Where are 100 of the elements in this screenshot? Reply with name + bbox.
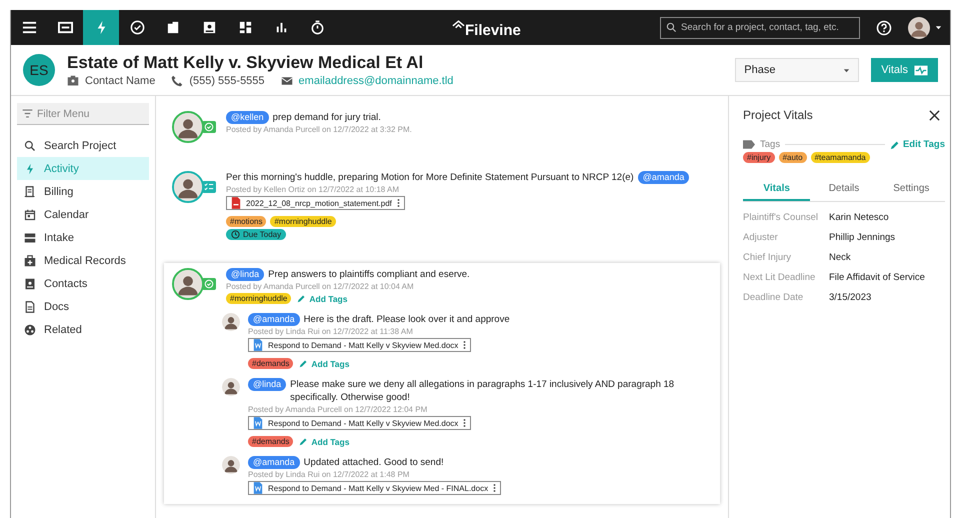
word-file-icon [253,339,263,351]
mention-chip[interactable]: @amanda [248,313,300,326]
phone-icon [171,75,184,87]
contact-card-icon [67,75,79,87]
word-file-icon [253,482,263,494]
search-icon [666,22,677,33]
reply-meta: Posted by Linda Rui on 12/7/2022 at 11:38 AM [248,327,414,336]
avatar-photo [172,111,204,143]
avatar-photo [222,378,240,396]
contact-card-icon [202,20,216,35]
pulse-icon [914,64,928,76]
attachment-chip[interactable]: Respond to Demand - Matt Kelly v Skyview Med.docx [248,338,472,352]
tag-chip[interactable]: #morninghuddle [270,216,336,227]
phone-number: (555) 555-5555 [189,75,265,87]
menu-icon [22,20,36,35]
reply-meta: Posted by Amanda Purcell on 12/7/2022 12:04 PM [248,405,428,414]
attachment-chip[interactable]: Respond to Demand - Matt Kelly v Skyview Med - FINAL.docx [248,481,502,495]
user-avatar[interactable] [908,16,930,38]
sidebar-item[interactable]: Medical Records [17,249,149,272]
pencil-icon [299,359,308,368]
reply-text: Please make sure we deny all allegations in paragraphs 1-17 inclusively AND paragraph 18 specifically. Otherwise good! [290,378,676,404]
post-meta: Posted by Amanda Purcell on 12/7/2022 at 10:04 AM [226,282,415,291]
reply-text: Updated attached. Good to send! [304,456,445,469]
card-icon [58,20,72,35]
more-icon [396,198,400,208]
folder-icon [166,20,180,35]
tag-chip[interactable]: #demands [248,436,294,447]
caret-icon[interactable] [935,24,942,31]
sidebar-item[interactable]: Search Project [17,134,149,157]
filter-menu-field[interactable]: Filter Menu [17,103,149,125]
post-meta: Posted by Amanda Purcell on 12/7/2022 at 3:32 PM. [226,125,413,134]
document-icon [24,300,36,312]
more-icon [463,340,466,350]
dashboard-icon [238,20,252,35]
tag-chip[interactable]: #demands [248,358,294,369]
search-field[interactable]: Search for a project, contact, tag, etc. [660,16,860,38]
sidebar-item[interactable]: Docs [17,295,149,318]
pdf-file-icon [231,197,241,209]
tag-chip[interactable]: #motions [226,216,266,227]
avatar-photo [172,268,204,300]
medical-kit-icon [24,254,36,266]
pencil-icon [299,437,308,446]
sidebar-item[interactable]: Intake [17,226,149,249]
post-meta: Posted by Kellen Ortiz on 12/7/2022 at 10:18 AM [226,185,400,194]
due-date-chip: Due Today [226,229,286,240]
field-label: Adjuster [743,232,779,243]
tag-icon [743,140,755,149]
panel-tab[interactable]: Details [810,177,878,201]
sidebar-item[interactable]: Contacts [17,272,149,295]
avatar-photo [222,456,240,474]
mention-chip[interactable]: @amanda [248,456,300,469]
field-label: Next Lit Deadline [743,272,816,283]
avatar-photo [222,313,240,331]
mention-chip[interactable]: @linda [226,268,264,281]
field-value: Karin Netesco [829,212,890,223]
field-label: Plaintiff's Counsel [743,212,820,223]
reply-text: Here is the draft. Please look over it and approve [304,313,511,326]
post-text: prep demand for jury trial. [272,111,381,124]
phase-dropdown[interactable]: Phase [735,58,860,82]
contact-card-icon [24,278,36,290]
sidebar-item[interactable]: Related [17,318,149,341]
mention-chip[interactable]: @linda [248,378,286,391]
post-text: Prep answers to plaintiffs compliant and eserve. [268,268,470,281]
filter-icon [22,108,33,119]
contact-name: Contact Name [85,75,156,87]
tag-chip[interactable]: #injury [743,152,775,163]
pencil-icon [890,140,900,150]
reply-meta: Posted by Linda Rui on 12/7/2022 at 1:48 PM [248,470,410,479]
panel-title: Project Vitals [743,108,813,122]
project-initials-badge: ES [23,54,55,86]
check-circle-icon [130,20,144,35]
close-icon[interactable] [929,110,940,120]
panel-tab[interactable]: Settings [878,177,945,201]
help-icon[interactable] [876,20,892,36]
word-file-icon [253,417,263,429]
email-icon [280,75,293,87]
field-value: File Affidavit of Service [829,272,926,283]
attachment-chip[interactable]: 2022_12_08_nrcp_motion_statement.pdf [226,196,405,210]
attachment-chip[interactable]: Respond to Demand - Matt Kelly v Skyview Med.docx [248,416,472,430]
tag-chip[interactable]: #teamamanda [810,152,870,163]
pencil-icon [297,294,306,303]
network-icon [24,324,36,336]
sidebar-item[interactable]: Billing [17,180,149,203]
receipt-icon [24,186,36,198]
avatar-photo [172,171,204,203]
search-icon [24,140,36,152]
tag-chip[interactable]: #auto [778,152,807,163]
more-icon [463,418,466,428]
caret-icon[interactable] [843,66,850,74]
sidebar-item[interactable]: Calendar [17,203,149,226]
post-text: Per this morning's huddle, preparing Motion for More Definite Statement Pursuant to NRCP 12(e) [226,171,634,184]
tag-chip[interactable]: #morninghuddle [226,293,292,304]
mention-chip[interactable]: @amanda [638,171,690,184]
field-label: Chief Injury [743,252,792,263]
calendar-icon [24,208,36,220]
mention-chip[interactable]: @kellen [226,111,269,124]
filevine-logo[interactable]: Filevine [452,19,521,39]
server-icon [24,232,36,244]
more-icon [493,483,496,493]
tags-label: Tags [760,139,780,150]
